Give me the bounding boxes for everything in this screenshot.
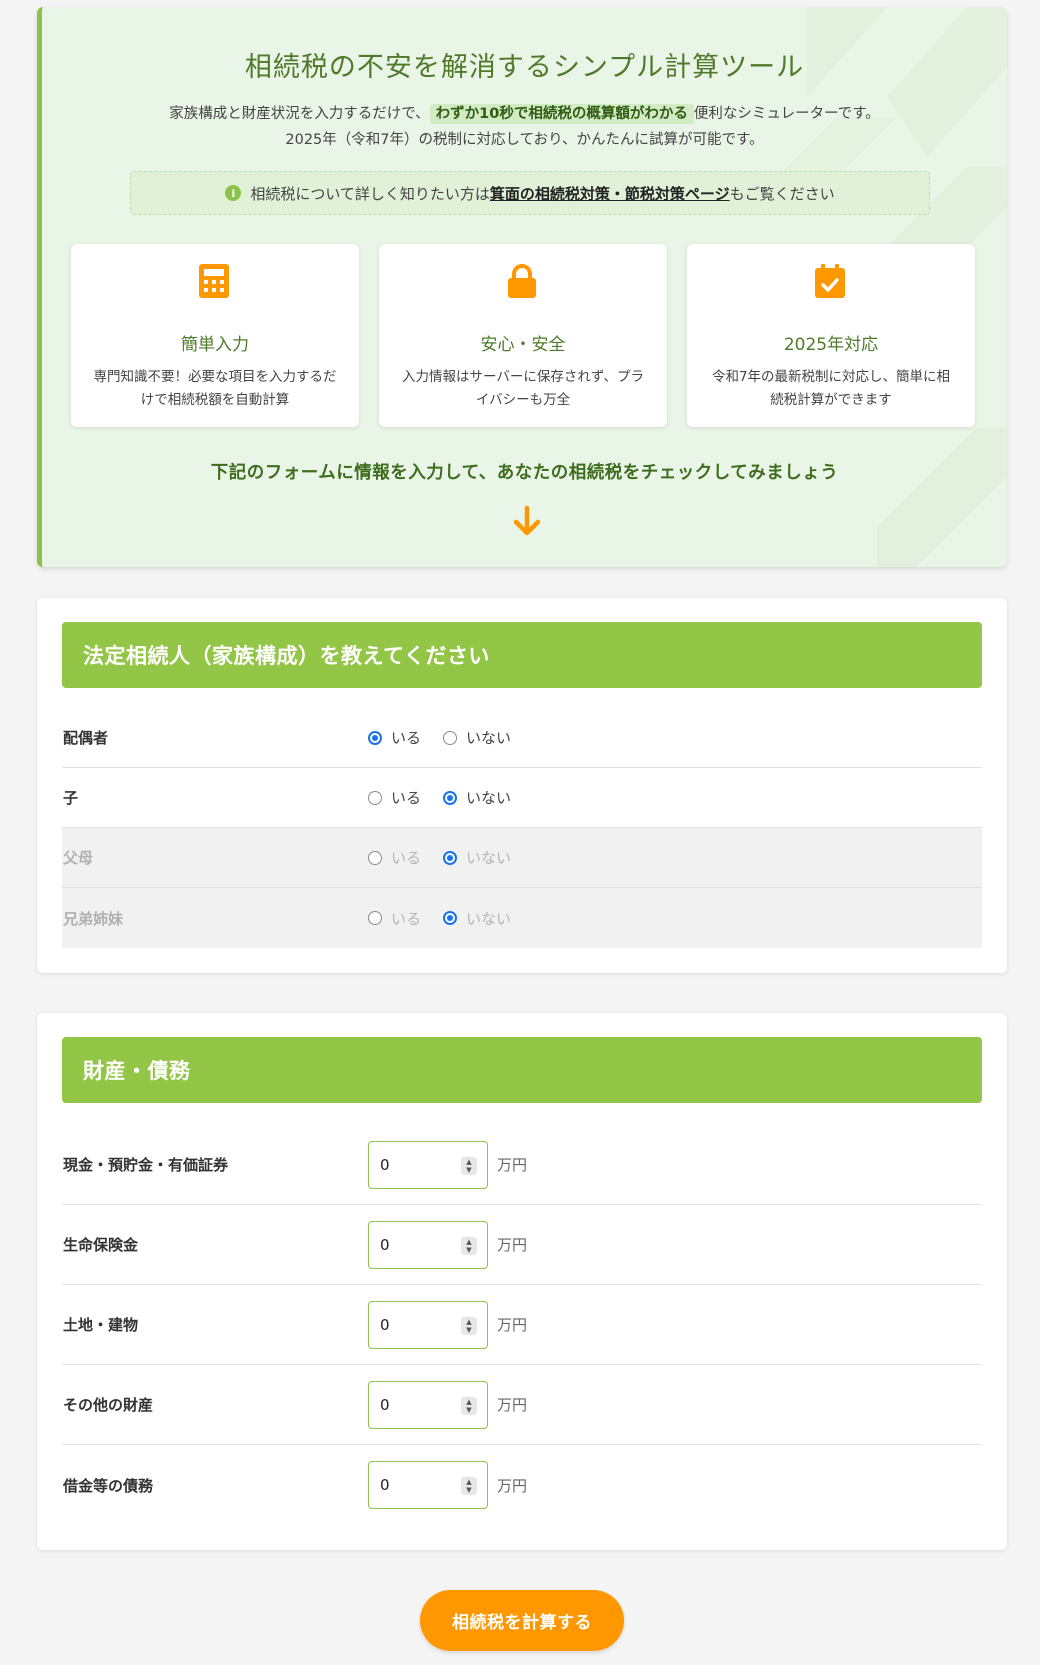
heir-row-spouse: 配偶者 いる いない: [62, 708, 982, 768]
section-heading: 財産・債務: [62, 1037, 982, 1103]
option-label: いない: [466, 789, 512, 807]
asset-row-debt: 借金等の債務 0 ▲ ▼ 万円: [62, 1445, 982, 1525]
feature-text: 入力情報はサーバーに保存されず、プライバシーも万全: [402, 369, 644, 408]
lock-icon: [508, 264, 536, 298]
page-title: 相続税の不安を解消するシンプル計算ツール: [244, 52, 805, 83]
row-label: 現金・預貯金・有価証券: [63, 1156, 229, 1174]
hero-section: 相続税の不安を解消するシンプル計算ツール 家族構成と財産状況を入力するだけで、わ…: [37, 7, 1007, 567]
child-radio-group: いる いない: [368, 787, 533, 808]
radio-button[interactable]: [443, 730, 458, 745]
arrow-down-icon: [513, 505, 541, 536]
radio-button-checked[interactable]: [443, 790, 458, 805]
heir-row-child: 子 いる いない: [62, 768, 982, 828]
option-label: いない: [466, 909, 512, 928]
calculator-icon: [199, 264, 229, 298]
calculate-button[interactable]: 相続税を計算する: [420, 1590, 624, 1651]
option-label: いる: [391, 849, 422, 867]
insurance-amount-input[interactable]: 0 ▲ ▼: [368, 1220, 488, 1269]
spinner-icon[interactable]: ▲ ▼: [461, 1236, 477, 1255]
spouse-no-option[interactable]: いない: [443, 727, 511, 748]
spinner-icon[interactable]: ▲ ▼: [461, 1156, 477, 1175]
cta-text: 下記のフォームに情報を入力して、あなたの相続税をチェックしてみましょう: [210, 463, 839, 483]
debt-amount-input[interactable]: 0 ▲ ▼: [368, 1461, 488, 1509]
heir-row-parents: 父母 いる いない: [62, 828, 982, 888]
siblings-radio-group: いる いない: [368, 908, 533, 929]
heirs-section: 法定相続人（家族構成）を教えてください 配偶者 いる いない 子 いる いない …: [37, 598, 1007, 973]
radio-button[interactable]: [368, 850, 382, 865]
real-estate-amount-input[interactable]: 0 ▲ ▼: [368, 1300, 488, 1349]
row-label: 借金等の債務: [63, 1476, 154, 1495]
description-text: 家族構成と財産状況を入力するだけで、: [169, 106, 430, 122]
row-label: 兄弟姉妹: [63, 909, 124, 928]
heir-row-siblings: 兄弟姉妹 いる いない: [62, 888, 982, 948]
row-label: 父母: [63, 849, 94, 867]
notice-text: 相続税について詳しく知りたい方は: [250, 184, 490, 203]
input-value: 0: [380, 1235, 390, 1254]
parents-yes-option[interactable]: いる: [368, 847, 421, 868]
spouse-yes-option[interactable]: いる: [368, 727, 421, 748]
asset-row-other: その他の財産 0 ▲ ▼ 万円: [62, 1365, 982, 1445]
row-label: 子: [63, 789, 79, 807]
hero-description: 家族構成と財産状況を入力するだけで、 わずか10秒で相続税の概算額がわかる 便利なシ…: [42, 101, 1007, 153]
row-label: 配偶者: [63, 729, 109, 747]
related-page-link[interactable]: 箕面の相続税対策・節税対策ページ: [490, 183, 730, 204]
radio-button-checked[interactable]: [443, 911, 458, 925]
info-icon: i: [225, 185, 242, 201]
highlight-text: わずか10秒で相続税の概算額がわかる: [429, 104, 694, 124]
input-value: 0: [380, 1155, 390, 1174]
option-label: いる: [391, 789, 422, 807]
feature-title: 簡単入力: [181, 335, 249, 355]
feature-card-easy-input: 簡単入力 専門知識不要！必要な項目を入力するだけで相続税額を自動計算: [71, 244, 359, 427]
siblings-no-option[interactable]: いない: [443, 908, 511, 929]
row-label: 生命保険金: [63, 1236, 139, 1254]
option-label: いる: [391, 909, 422, 928]
feature-card-2025: 2025年対応 令和7年の最新税制に対応し、簡単に相続税計算ができます: [687, 244, 975, 427]
description-line-2: 2025年（令和7年）の税制に対応しており、かんたんに試算が可能です。: [285, 132, 764, 148]
row-label: 土地・建物: [63, 1316, 139, 1334]
asset-row-insurance: 生命保険金 0 ▲ ▼ 万円: [62, 1205, 982, 1285]
feature-title: 安心・安全: [480, 335, 566, 355]
feature-card-security: 安心・安全 入力情報はサーバーに保存されず、プライバシーも万全: [379, 244, 667, 427]
feature-title: 2025年対応: [783, 335, 879, 355]
radio-button[interactable]: [368, 790, 382, 805]
spinner-icon[interactable]: ▲ ▼: [461, 1316, 477, 1335]
spinner-icon[interactable]: ▲ ▼: [461, 1477, 477, 1495]
feature-text: 令和7年の最新税制に対応し、簡単に相続税計算ができます: [711, 369, 951, 408]
unit-label: 万円: [497, 1476, 528, 1495]
siblings-yes-option[interactable]: いる: [368, 908, 421, 929]
unit-label: 万円: [497, 1156, 528, 1174]
input-value: 0: [380, 1476, 390, 1494]
asset-row-cash: 現金・預貯金・有価証券 0 ▲ ▼ 万円: [62, 1125, 982, 1205]
calendar-check-icon: [815, 264, 845, 298]
parents-radio-group: いる いない: [368, 847, 533, 868]
unit-label: 万円: [497, 1396, 528, 1414]
description-text: 便利なシミュレーターです。: [693, 106, 880, 122]
other-assets-amount-input[interactable]: 0 ▲ ▼: [368, 1380, 488, 1429]
info-notice: i 相続税について詳しく知りたい方は 箕面の相続税対策・節税対策ページ もご覧くださ…: [130, 171, 930, 215]
child-no-option[interactable]: いない: [443, 787, 511, 808]
cash-amount-input[interactable]: 0 ▲ ▼: [368, 1140, 488, 1189]
radio-button[interactable]: [368, 911, 382, 925]
unit-label: 万円: [497, 1316, 528, 1334]
option-label: いない: [466, 849, 512, 867]
radio-button-checked[interactable]: [443, 850, 458, 865]
input-value: 0: [380, 1315, 390, 1334]
parents-no-option[interactable]: いない: [443, 847, 511, 868]
assets-section: 財産・債務 現金・預貯金・有価証券 0 ▲ ▼ 万円 生命保険金 0 ▲ ▼ 万円 …: [37, 1013, 1007, 1550]
section-heading: 法定相続人（家族構成）を教えてください: [62, 622, 982, 688]
spinner-icon[interactable]: ▲ ▼: [461, 1396, 477, 1415]
radio-button-checked[interactable]: [368, 730, 382, 745]
spouse-radio-group: いる いない: [368, 727, 533, 748]
input-value: 0: [380, 1395, 390, 1414]
unit-label: 万円: [497, 1236, 528, 1254]
option-label: いる: [391, 729, 422, 747]
child-yes-option[interactable]: いる: [368, 787, 421, 808]
option-label: いない: [466, 729, 512, 747]
feature-text: 専門知識不要！必要な項目を入力するだけで相続税額を自動計算: [93, 369, 337, 408]
row-label: その他の財産: [63, 1396, 154, 1414]
notice-text: もご覧ください: [729, 184, 835, 203]
asset-row-real-estate: 土地・建物 0 ▲ ▼ 万円: [62, 1285, 982, 1365]
